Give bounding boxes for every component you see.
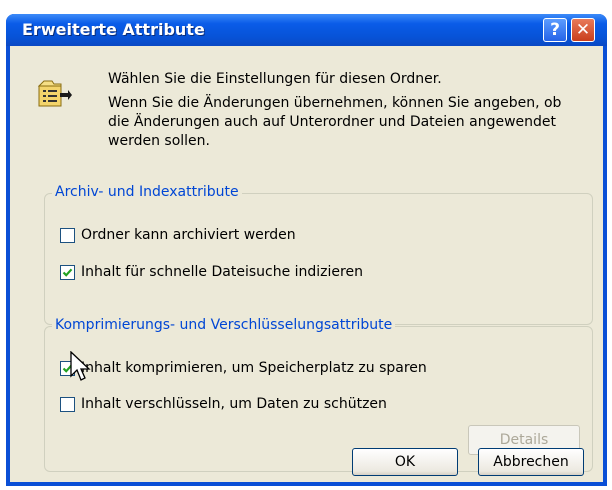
compress-checkbox-row[interactable]: Inhalt komprimieren, um Speicherplatz zu…	[60, 360, 427, 376]
dialog-title: Erweiterte Attribute	[22, 20, 205, 39]
close-icon: ✕	[575, 20, 591, 40]
archive-group-legend: Archiv- und Indexattribute	[52, 184, 242, 200]
index-checkbox-label: Inhalt für schnelle Dateisuche indiziere…	[81, 264, 363, 280]
ok-button-label: OK	[394, 454, 416, 470]
index-checkbox-row[interactable]: Inhalt für schnelle Dateisuche indiziere…	[60, 264, 363, 280]
intro-text: Wählen Sie die Einstellungen für diesen …	[108, 70, 561, 151]
advanced-attributes-dialog: Erweiterte Attribute ? ✕ Wählen Sie die …	[6, 14, 607, 486]
archive-index-group: Archiv- und Indexattribute Ordner kann a…	[44, 184, 593, 325]
intro-line: Wählen Sie die Einstellungen für diesen …	[108, 71, 442, 87]
archive-checkbox-label: Ordner kann archiviert werden	[81, 227, 296, 243]
index-checkbox[interactable]	[60, 264, 75, 280]
title-bar[interactable]: Erweiterte Attribute ? ✕	[6, 14, 607, 46]
checkmark-icon	[62, 268, 73, 277]
help-icon: ?	[550, 20, 560, 40]
dialog-body: Wählen Sie die Einstellungen für diesen …	[10, 46, 603, 482]
cancel-button[interactable]: Abbrechen	[478, 448, 584, 476]
encrypt-checkbox-label: Inhalt verschlüsseln, um Daten zu schütz…	[81, 396, 387, 412]
compress-checkbox-label: Inhalt komprimieren, um Speicherplatz zu…	[81, 360, 427, 376]
close-button[interactable]: ✕	[571, 18, 595, 42]
cancel-button-label: Abbrechen	[493, 454, 569, 470]
compress-group-legend: Komprimierungs- und Verschlüsselungsattr…	[52, 317, 396, 333]
help-button[interactable]: ?	[543, 18, 567, 42]
intro-line: die Änderungen auch auf Unterordner und …	[108, 114, 556, 130]
archive-checkbox[interactable]	[60, 227, 75, 243]
intro-line: Wenn Sie die Änderungen übernehmen, könn…	[108, 95, 562, 111]
details-button-label: Details	[499, 432, 549, 448]
intro-line: werden sollen.	[108, 133, 210, 149]
encrypt-checkbox[interactable]	[60, 396, 75, 412]
ok-button[interactable]: OK	[352, 448, 458, 476]
mouse-pointer-icon	[70, 351, 91, 381]
archive-checkbox-row[interactable]: Ordner kann archiviert werden	[60, 227, 296, 243]
encrypt-checkbox-row[interactable]: Inhalt verschlüsseln, um Daten zu schütz…	[60, 396, 387, 412]
folder-settings-icon	[38, 80, 72, 107]
